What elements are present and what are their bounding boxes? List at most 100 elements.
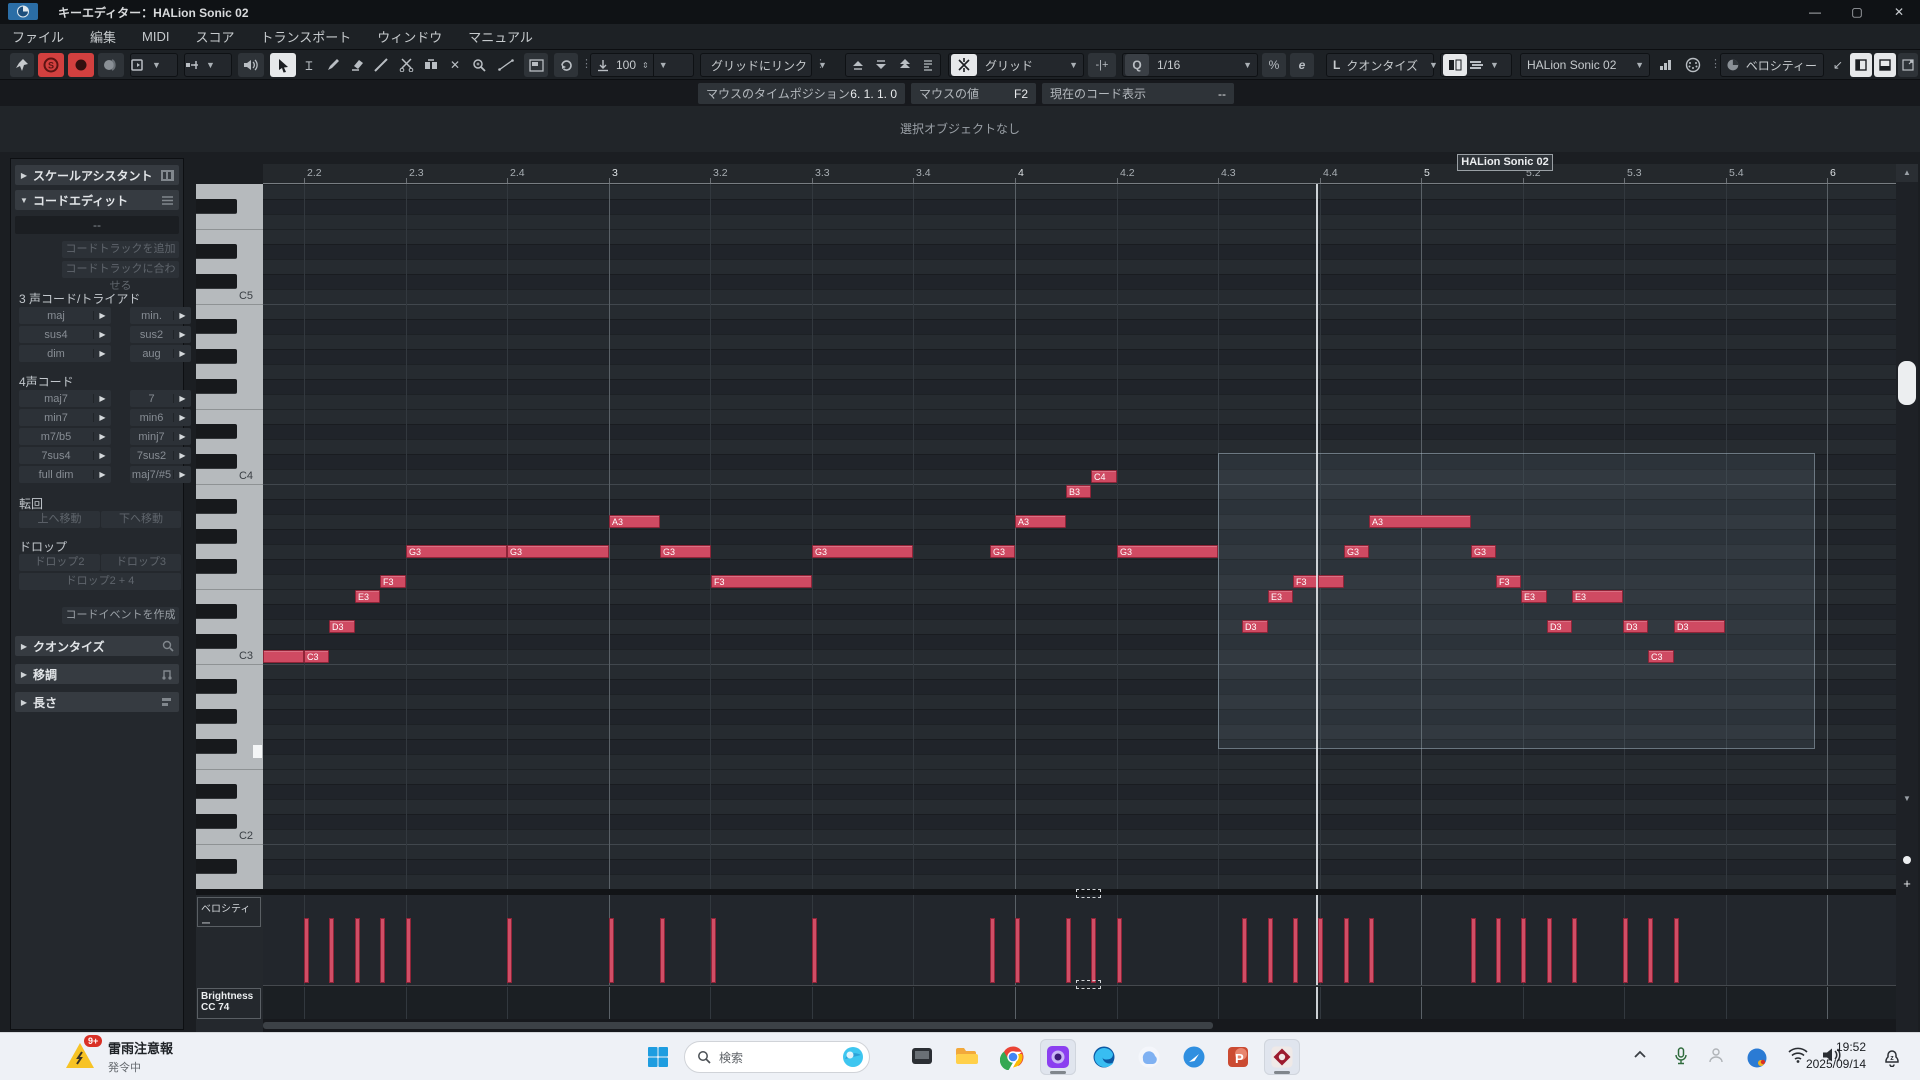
taskbar-app-cubase[interactable]	[1264, 1039, 1300, 1075]
midi-note-A3[interactable]: A3	[609, 515, 660, 528]
midi-note-G3[interactable]: G3	[406, 545, 507, 558]
chord-variant-arrow-icon[interactable]: ▶	[173, 349, 191, 358]
taskbar-app-task-view[interactable]	[904, 1039, 940, 1075]
chord-variant-arrow-icon[interactable]: ▶	[93, 330, 111, 339]
person-icon[interactable]	[1708, 1047, 1724, 1064]
event-colors-icon[interactable]	[1654, 53, 1678, 77]
chord-variant-arrow-icon[interactable]: ▶	[93, 432, 111, 441]
piano-key-black[interactable]	[196, 709, 237, 724]
midi-note-D3[interactable]: D3	[1242, 620, 1268, 633]
piano-key-black[interactable]	[196, 559, 237, 574]
piano-key-black[interactable]	[196, 319, 237, 334]
drop3-button[interactable]: ドロップ3	[101, 554, 181, 571]
nudge-control[interactable]: 100 ⇕ ▼	[590, 53, 694, 77]
chord-button-fulldim[interactable]: full dim▶	[19, 466, 111, 483]
tray-app-icon[interactable]	[1746, 1047, 1768, 1069]
taskbar-app-copilot[interactable]	[1131, 1039, 1167, 1075]
piano-key-black[interactable]	[196, 529, 237, 544]
chord-button-sus4[interactable]: sus4▶	[19, 326, 111, 343]
chord-button-7sus2[interactable]: 7sus2▶	[130, 447, 191, 464]
cc-lane-label[interactable]: Brightness CC 74	[197, 988, 261, 1019]
taskbar-app-chrome[interactable]	[995, 1039, 1031, 1075]
midi-note-F3[interactable]: F3	[1496, 575, 1521, 588]
piano-key-black[interactable]	[196, 739, 237, 754]
midi-note-B3[interactable]: B3	[1066, 485, 1091, 498]
velocity-bar[interactable]	[990, 918, 995, 983]
draw-tool[interactable]	[322, 53, 344, 77]
v-scroll-thumb[interactable]	[1898, 361, 1916, 405]
chord-button-aug[interactable]: aug▶	[130, 345, 191, 362]
velocity-bar[interactable]	[380, 918, 385, 983]
midi-note-A3[interactable]: A3	[1369, 515, 1471, 528]
midi-note-C4[interactable]: C4	[1091, 470, 1117, 483]
part-editing-control[interactable]: ▼	[1440, 53, 1512, 77]
chord-button-7[interactable]: 7▶	[130, 390, 191, 407]
chord-variant-arrow-icon[interactable]: ▶	[93, 413, 111, 422]
chord-button-minj7[interactable]: minj7▶	[130, 428, 191, 445]
piano-key-black[interactable]	[196, 349, 237, 364]
audition-icon[interactable]	[238, 53, 264, 77]
chord-variant-arrow-icon[interactable]: ▶	[93, 394, 111, 403]
chord-button-min[interactable]: min.▶	[130, 307, 191, 324]
notification-bell-icon[interactable]: z	[1882, 1049, 1902, 1067]
velocity-bar[interactable]	[1344, 918, 1349, 983]
velocity-bar[interactable]	[1293, 918, 1298, 983]
midi-note-G3[interactable]: G3	[990, 545, 1015, 558]
move-up-button[interactable]: 上へ移動	[19, 511, 100, 528]
vertical-scrollbar[interactable]: ▲ ▼ +	[1896, 164, 1918, 1032]
taskbar-app-powerpoint[interactable]: P	[1220, 1039, 1256, 1075]
midi-note-G3[interactable]: G3	[660, 545, 711, 558]
chord-variant-arrow-icon[interactable]: ▶	[93, 349, 111, 358]
section-transpose[interactable]: ▶ 移調	[15, 664, 179, 684]
velocity-bar[interactable]	[1091, 918, 1096, 983]
horizontal-scrollbar[interactable]	[263, 1019, 1896, 1032]
independent-loop-icon[interactable]	[554, 53, 578, 77]
move-down-button[interactable]: 下へ移動	[101, 511, 181, 528]
relative-grid-icon[interactable]: -|+	[1088, 53, 1116, 77]
chord-variant-arrow-icon[interactable]: ▶	[93, 470, 111, 479]
controller-lane-selector[interactable]: ベロシティー	[1720, 53, 1824, 77]
midi-note-E3[interactable]: E3	[1572, 590, 1623, 603]
midi-note-A3[interactable]: A3	[1015, 515, 1066, 528]
velocity-lane[interactable]	[263, 895, 1896, 986]
h-scroll-thumb[interactable]	[263, 1022, 1213, 1029]
taskbar-app-edge[interactable]	[1086, 1039, 1122, 1075]
scroll-down-icon[interactable]: ▼	[1896, 790, 1918, 808]
velocity-bar[interactable]	[1674, 918, 1679, 983]
menu-MIDI[interactable]: MIDI	[142, 29, 169, 44]
search-box[interactable]: 検索	[684, 1041, 870, 1073]
chord-button-m7b5[interactable]: m7/b5▶	[19, 428, 111, 445]
start-button[interactable]	[640, 1039, 676, 1075]
zoom-dot-icon[interactable]	[1903, 856, 1911, 864]
weather-widget[interactable]: 9+ 雷雨注意報 発令中	[64, 1038, 173, 1075]
midi-note-D3[interactable]: D3	[329, 620, 355, 633]
add-chord-track-button[interactable]: コードトラックを追加	[62, 241, 179, 258]
zoom-plus-icon[interactable]: +	[1896, 876, 1918, 894]
lane-resize-handle-top[interactable]	[1076, 889, 1101, 898]
glue-tool[interactable]	[420, 53, 442, 77]
velocity-bar[interactable]	[812, 918, 817, 983]
drop24-button[interactable]: ドロップ2 + 4	[19, 573, 181, 590]
maximize-button[interactable]: ▢	[1836, 0, 1878, 24]
taskbar-app-camera-app[interactable]	[1040, 1039, 1076, 1075]
piano-key-black[interactable]	[196, 814, 237, 829]
select-controllers-control[interactable]: ▼	[184, 53, 232, 77]
create-chord-event-button[interactable]: コードイベントを作成	[62, 607, 179, 624]
mute-tool[interactable]: ✕	[444, 53, 466, 77]
quantize-preset-control[interactable]: Q 1/16 ▼	[1122, 53, 1258, 77]
midi-note-G3[interactable]: G3	[1344, 545, 1369, 558]
section-quantize[interactable]: ▶ クオンタイズ	[15, 636, 179, 656]
velocity-bar[interactable]	[406, 918, 411, 983]
midi-note-D3[interactable]: D3	[1547, 620, 1572, 633]
velocity-bar[interactable]	[304, 918, 309, 983]
velocity-bar[interactable]	[507, 918, 512, 983]
velocity-bar[interactable]	[355, 918, 360, 983]
midi-note-E3[interactable]: E3	[1268, 590, 1293, 603]
scroll-up-icon[interactable]: ▲	[1896, 164, 1918, 182]
velocity-bar[interactable]	[1369, 918, 1374, 983]
piano-key-black[interactable]	[196, 604, 237, 619]
chord-variant-arrow-icon[interactable]: ▶	[173, 330, 191, 339]
piano-keyboard[interactable]: C5C4C3C2	[196, 184, 263, 889]
midi-input-icon[interactable]	[1680, 53, 1706, 77]
open-in-lower-zone-icon[interactable]: ↙	[1828, 53, 1848, 77]
